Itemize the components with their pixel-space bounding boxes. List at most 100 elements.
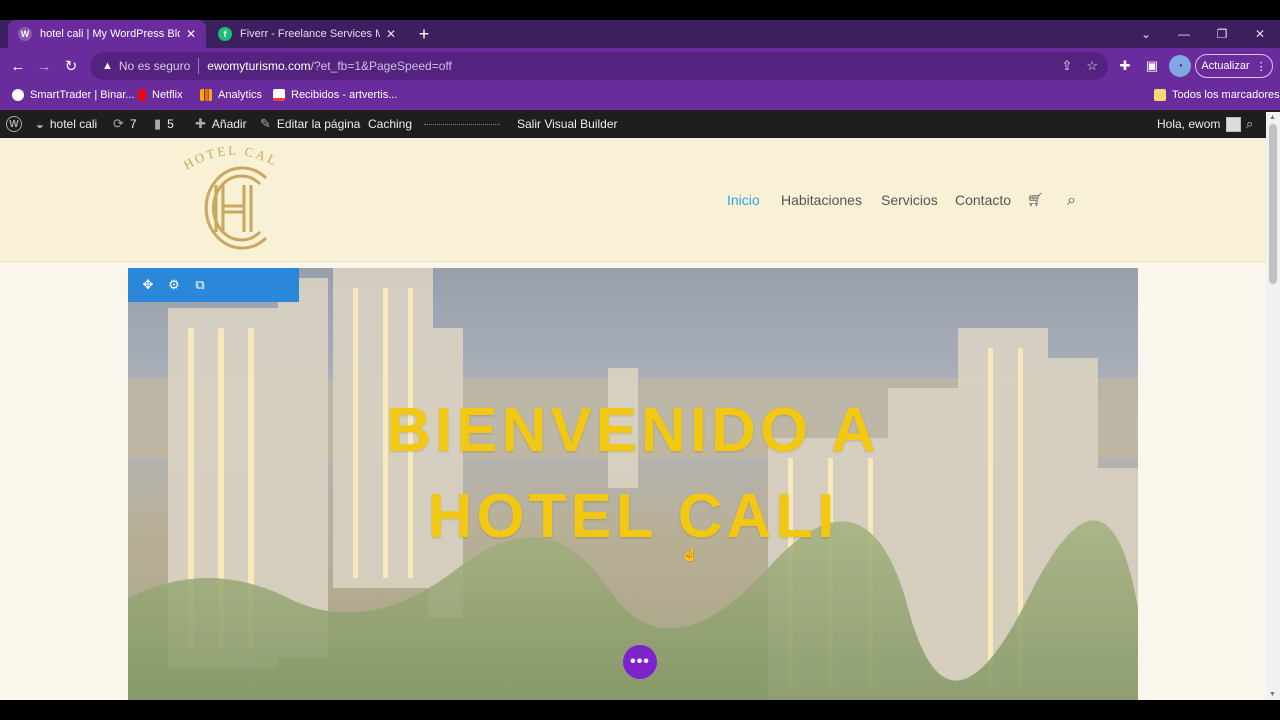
- profile-avatar[interactable]: ◔: [1169, 55, 1191, 77]
- nav-link-inicio[interactable]: Inicio: [727, 192, 760, 208]
- wp-caching[interactable]: Caching: [368, 110, 412, 138]
- wordpress-logo-icon: W: [6, 116, 22, 132]
- nav-item-contacto[interactable]: Contacto: [955, 192, 1011, 208]
- hotel-cali-logo-icon: HOTEL CALI: [181, 138, 281, 250]
- wp-account[interactable]: Hola, ewom: [1157, 110, 1242, 138]
- nav-item-habitaciones[interactable]: Habitaciones: [781, 192, 862, 208]
- divider: [198, 58, 200, 74]
- extensions-icon[interactable]: ✚: [1115, 56, 1135, 76]
- netflix-icon: [138, 89, 146, 101]
- site-name-label: hotel cali: [49, 117, 98, 131]
- bookmark-star-icon[interactable]: ☆: [1086, 58, 1098, 74]
- forward-icon[interactable]: →: [34, 56, 54, 76]
- update-label: Actualizar: [1201, 60, 1250, 72]
- close-tab-icon[interactable]: ✕: [386, 27, 396, 41]
- close-window-icon[interactable]: ✕: [1242, 20, 1278, 48]
- back-icon[interactable]: ←: [8, 56, 28, 76]
- nav-link-contacto[interactable]: Contacto: [955, 192, 1011, 208]
- search-icon[interactable]: ⌕: [1067, 192, 1076, 210]
- page-scrollbar[interactable]: ▲ ▼: [1266, 112, 1280, 700]
- user-avatar: [1226, 116, 1242, 132]
- nav-item-servicios[interactable]: Servicios: [881, 192, 938, 208]
- edit-page-label: Editar la página: [276, 117, 361, 131]
- mouse-cursor-icon: ☝: [681, 546, 699, 562]
- bookmarks-bar: SmartTrader | Binar... Netflix Analytics…: [0, 84, 1280, 110]
- screen: W hotel cali | My WordPress Blog ✕ f Fiv…: [0, 0, 1280, 720]
- hero-title-line2: HOTEL CALI: [427, 482, 839, 551]
- tab-search-icon[interactable]: ⌄: [1128, 20, 1164, 48]
- nav-link-servicios[interactable]: Servicios: [881, 192, 938, 208]
- admin-bar-divider: [424, 124, 500, 125]
- scrollbar-thumb[interactable]: [1269, 124, 1277, 284]
- plus-icon: ✚: [195, 116, 206, 131]
- wp-logo-menu[interactable]: W: [6, 110, 22, 138]
- all-bookmarks-label: Todos los marcadores: [1172, 89, 1280, 101]
- reload-icon[interactable]: ↻: [61, 56, 81, 76]
- analytics-icon: [200, 89, 212, 101]
- comment-icon: ▮: [154, 116, 162, 131]
- nav-item-inicio[interactable]: Inicio: [727, 192, 760, 208]
- scroll-down-icon[interactable]: ▼: [1269, 691, 1276, 698]
- fiverr-icon: f: [218, 27, 232, 41]
- tab-title: Fiverr - Freelance Services Marke: [240, 28, 380, 40]
- more-options-button[interactable]: •••: [623, 645, 657, 679]
- wp-site-name[interactable]: ◒ hotel cali: [36, 110, 97, 138]
- more-menu-icon[interactable]: ⋮: [1256, 60, 1267, 73]
- section-toolbar: ✥ ⚙ ⧉: [128, 268, 299, 302]
- settings-icon[interactable]: ⚙: [166, 277, 182, 293]
- updates-icon: ⟳: [113, 116, 124, 131]
- security-status[interactable]: No es seguro: [119, 59, 190, 73]
- restore-icon[interactable]: ❐: [1204, 20, 1240, 48]
- url-host: ewomyturismo.com: [207, 59, 311, 73]
- url-path: /?et_fb=1&PageSpeed=off: [310, 59, 452, 73]
- tab-fiverr[interactable]: f Fiverr - Freelance Services Marke ✕: [208, 20, 406, 48]
- wp-edit-page[interactable]: ✎ Editar la página: [260, 110, 360, 138]
- share-icon[interactable]: ⇪: [1061, 58, 1072, 74]
- bookmark-analytics[interactable]: Analytics: [200, 89, 262, 101]
- site-header: HOTEL CALI Inicio: [0, 138, 1266, 262]
- dashboard-icon: ◒: [36, 116, 44, 132]
- cart-icon[interactable]: 🛒︎: [1027, 192, 1044, 208]
- bookmark-netflix[interactable]: Netflix: [138, 89, 183, 101]
- address-bar[interactable]: ▲ No es seguro ewomyturismo.com /?et_fb=…: [90, 52, 1108, 80]
- hero-title-line1: BIENVENIDO A: [386, 396, 880, 465]
- caching-label: Caching: [368, 117, 413, 131]
- duplicate-icon[interactable]: ⧉: [192, 277, 208, 293]
- pencil-icon: ✎: [260, 116, 271, 131]
- add-label: Añadir: [211, 117, 247, 131]
- browser-toolbar: ← → ↻ ▲ No es seguro ewomyturismo.com /?…: [0, 48, 1280, 84]
- nav-link-habitaciones[interactable]: Habitaciones: [781, 192, 862, 208]
- gmail-icon: [273, 89, 285, 101]
- site-logo[interactable]: HOTEL CALI: [181, 138, 284, 260]
- wp-admin-bar: W ◒ hotel cali ⟳ 7 ▮ 5 ✚ Añadir ✎ Editar…: [0, 110, 1280, 138]
- bookmark-smarttrader[interactable]: SmartTrader | Binar...: [12, 89, 135, 101]
- wp-updates[interactable]: ⟳ 7: [113, 110, 137, 138]
- search-icon[interactable]: ⌕: [1246, 110, 1253, 138]
- bookmark-label: Recibidos - artvertis...: [291, 89, 398, 101]
- page-viewport: HOTEL CALI Inicio: [0, 138, 1266, 700]
- hero-title: BIENVENIDO A HOTEL CALI: [128, 388, 1138, 560]
- wp-exit-visual-builder[interactable]: Salir Visual Builder: [517, 110, 618, 138]
- svg-text:HOTEL CALI: HOTEL CALI: [184, 140, 281, 173]
- new-tab-button[interactable]: +: [414, 20, 434, 48]
- update-button[interactable]: Actualizar ⋮: [1195, 54, 1273, 78]
- minimize-icon[interactable]: —: [1166, 20, 1202, 48]
- bookmark-label: SmartTrader | Binar...: [30, 89, 135, 101]
- hero-section[interactable]: BIENVENIDO A HOTEL CALI ✥ ⚙ ⧉ ••• ☝: [128, 268, 1138, 700]
- tab-title: hotel cali | My WordPress Blog: [40, 28, 180, 40]
- scroll-up-icon[interactable]: ▲: [1269, 114, 1276, 121]
- wp-comments[interactable]: ▮ 5: [154, 110, 174, 138]
- greeting-label: Hola, ewom: [1157, 117, 1221, 131]
- all-bookmarks[interactable]: Todos los marcadores: [1154, 89, 1280, 101]
- wp-add-new[interactable]: ✚ Añadir: [195, 110, 247, 138]
- bookmark-label: Netflix: [152, 89, 183, 101]
- bookmark-label: Analytics: [218, 89, 263, 101]
- move-icon[interactable]: ✥: [140, 277, 156, 293]
- side-panel-icon[interactable]: ▣: [1142, 56, 1162, 76]
- tab-hotel-cali[interactable]: W hotel cali | My WordPress Blog ✕: [8, 20, 206, 48]
- smarttrader-icon: [12, 89, 24, 101]
- wordpress-icon: W: [18, 27, 32, 41]
- bookmark-gmail[interactable]: Recibidos - artvertis...: [273, 89, 397, 101]
- updates-count: 7: [129, 117, 137, 131]
- close-tab-icon[interactable]: ✕: [186, 27, 196, 41]
